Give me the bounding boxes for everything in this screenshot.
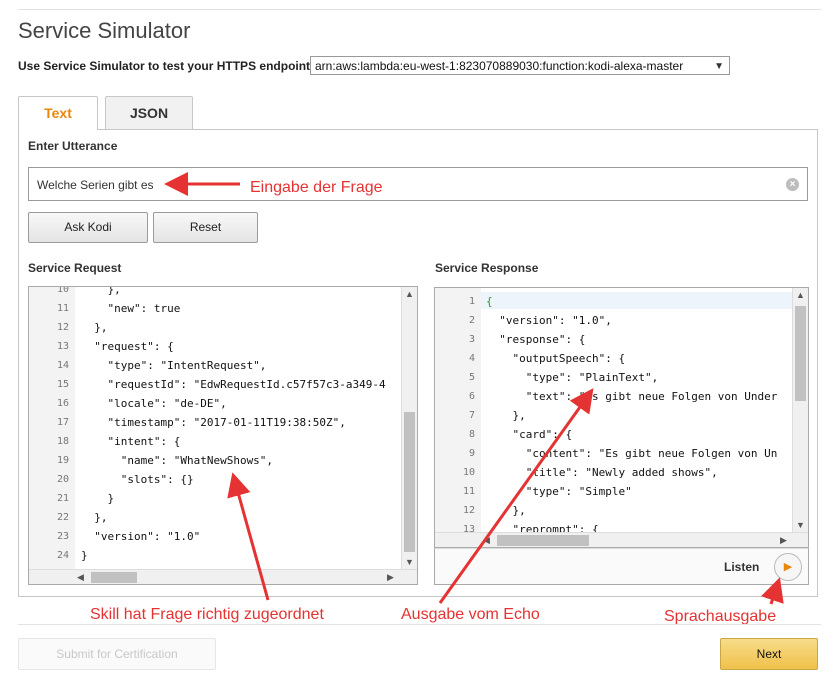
arrow-echo <box>438 388 594 604</box>
arrow-skill <box>227 472 270 601</box>
submit-certification-button[interactable]: Submit for Certification <box>18 638 216 670</box>
annotation-input: Eingabe der Frage <box>250 179 383 196</box>
tab-text[interactable]: Text <box>18 96 98 130</box>
annotation-echo: Ausgabe vom Echo <box>401 606 540 623</box>
annotation-skill: Skill hat Frage richtig zugeordnet <box>90 606 324 623</box>
arrow-speech <box>760 577 784 605</box>
next-button[interactable]: Next <box>720 638 818 670</box>
annotation-arrows <box>164 172 784 605</box>
bottom-divider <box>18 624 821 625</box>
